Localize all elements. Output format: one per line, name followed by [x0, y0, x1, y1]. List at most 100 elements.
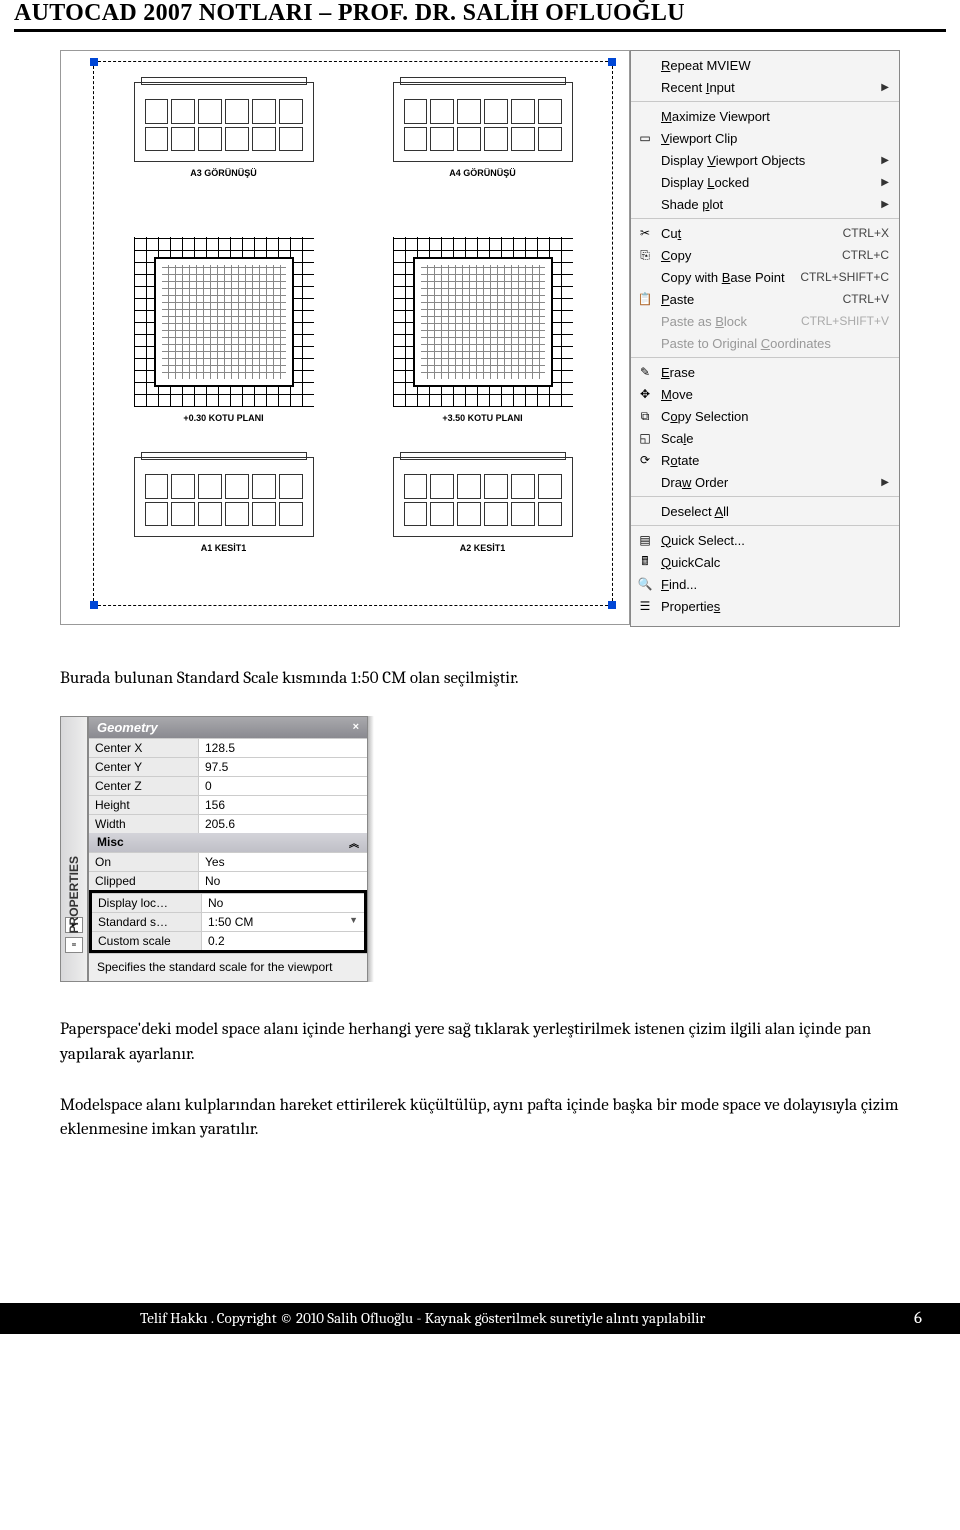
context-menu-label: Paste to Original Coordinates [661, 336, 889, 351]
cut-icon: ✂ [635, 225, 655, 241]
blank-icon [635, 474, 655, 490]
props-icon: ☰ [635, 598, 655, 614]
blank-icon [635, 335, 655, 351]
page-number: 6 [894, 1309, 942, 1328]
blank-icon [635, 152, 655, 168]
property-row: Center Z0 [89, 776, 367, 795]
footer-text: Telif Hakkı . Copyright © 2010 Salih Ofl… [140, 1309, 705, 1327]
property-value[interactable]: 0.2 [202, 932, 364, 950]
context-menu-item[interactable]: 🔍 Find... [631, 573, 899, 595]
qselect-icon: ▤ [635, 532, 655, 548]
submenu-arrow-icon: ▶ [881, 477, 889, 488]
property-row: Standard s…1:50 CM▼ [92, 912, 364, 931]
context-menu-item[interactable]: 📋PasteCTRL+V [631, 288, 899, 310]
drawing-label: +0.30 KOTU PLANI [134, 413, 314, 423]
context-menu-item[interactable]: Copy with Base PointCTRL+SHIFT+C [631, 266, 899, 288]
property-row: Display loc…No [92, 893, 364, 912]
context-menu-label: Display Viewport Objects [661, 153, 875, 168]
context-menu-label: Display Locked [661, 175, 875, 190]
property-value[interactable]: No [202, 894, 364, 912]
property-row: Width205.6 [89, 814, 367, 833]
context-menu-item[interactable]: Maximize Viewport [631, 105, 899, 127]
property-value[interactable]: Yes [199, 853, 367, 871]
blank-icon [635, 79, 655, 95]
property-row: ClippedNo [89, 871, 367, 890]
context-menu-item[interactable]: Shade plot▶ [631, 193, 899, 215]
properties-panel: Geometry× Center X128.5Center Y97.5Cente… [88, 716, 368, 983]
context-menu-item[interactable]: ◱Scale [631, 427, 899, 449]
submenu-arrow-icon: ▶ [881, 155, 889, 166]
properties-section-header-geometry[interactable]: Geometry× [89, 717, 367, 738]
property-row: Center Y97.5 [89, 757, 367, 776]
property-key: Center X [89, 739, 199, 757]
property-key: Custom scale [92, 932, 202, 950]
context-menu-item[interactable]: Draw Order ▶ [631, 471, 899, 493]
context-menu-item[interactable]: Recent Input▶ [631, 76, 899, 98]
drawing-canvas: A3 GÖRÜNÜŞÜ A4 GÖRÜNÜŞÜ +0.30 KOTU PLANI [60, 50, 630, 625]
context-menu-item[interactable]: ⟳Rotate [631, 449, 899, 471]
drawing-label: +3.50 KOTU PLANI [393, 413, 573, 423]
find-icon: 🔍 [635, 576, 655, 592]
property-value[interactable]: 0 [199, 777, 367, 795]
context-menu-item[interactable]: Display Viewport Objects ▶ [631, 149, 899, 171]
close-icon[interactable]: × [353, 721, 359, 733]
property-value[interactable]: 156 [199, 796, 367, 814]
properties-section-header-misc[interactable]: Misc︽ [89, 833, 367, 852]
context-menu-item[interactable]: ✂ CutCTRL+X [631, 222, 899, 244]
property-row: Height156 [89, 795, 367, 814]
context-menu-label: Move [661, 387, 889, 402]
property-value[interactable]: 128.5 [199, 739, 367, 757]
blank-icon [635, 174, 655, 190]
page-title: AUTOCAD 2007 NOTLARI – PROF. DR. SALİH O… [0, 0, 960, 27]
shortcut-text: CTRL+SHIFT+C [792, 270, 889, 284]
context-menu-item[interactable]: Deselect All [631, 500, 899, 522]
dropdown-arrow-icon[interactable]: ▼ [349, 915, 358, 925]
context-menu-item[interactable]: ⧉Copy Selection [631, 405, 899, 427]
shortcut-text: CTRL+V [835, 292, 889, 306]
selection-handle[interactable] [90, 601, 98, 609]
drawing-elevation-a4: A4 GÖRÜNÜŞÜ [393, 82, 573, 178]
property-key: Width [89, 815, 199, 833]
context-menu-item[interactable]: Repeat MVIEW [631, 54, 899, 76]
property-key: On [89, 853, 199, 871]
context-menu-item[interactable]: Display Locked▶ [631, 171, 899, 193]
property-value[interactable]: 1:50 CM▼ [202, 913, 364, 931]
drawing-label: A2 KESİT1 [393, 543, 573, 553]
context-menu-label: Cut [661, 226, 835, 241]
palette-button-icon[interactable]: ≡ [65, 937, 83, 953]
quickcalc-icon: 🖩 [635, 554, 655, 570]
drawing-section-a2: A2 KESİT1 [393, 457, 573, 553]
drawing-plan-2: +3.50 KOTU PLANI [393, 237, 573, 423]
context-menu-label: Erase [661, 365, 889, 380]
context-menu-item[interactable]: ▭Viewport Clip [631, 127, 899, 149]
property-row: Custom scale0.2 [92, 931, 364, 950]
context-menu-label: Find... [661, 577, 889, 592]
chevron-up-icon: ︽ [349, 835, 359, 850]
context-menu-label: Recent Input [661, 80, 875, 95]
property-value[interactable]: No [199, 872, 367, 890]
context-menu-label: Properties [661, 599, 889, 614]
context-menu-item[interactable]: ✥Move [631, 383, 899, 405]
screenshot-properties-palette: PROPERTIES ▸ ≡ Geometry× Center X128.5Ce… [60, 716, 900, 983]
context-menu-item[interactable]: ▤Quick Select... [631, 529, 899, 551]
context-menu-label: Draw Order [661, 475, 875, 490]
context-menu-item[interactable]: ✎Erase [631, 361, 899, 383]
shortcut-text: CTRL+X [835, 226, 889, 240]
selection-handle[interactable] [90, 58, 98, 66]
context-menu-item[interactable]: ☰ Properties [631, 595, 899, 617]
context-menu-label: Copy Selection [661, 409, 889, 424]
selection-handle[interactable] [608, 601, 616, 609]
shortcut-text: CTRL+SHIFT+V [793, 314, 889, 328]
blank-icon [635, 503, 655, 519]
context-menu-label: Maximize Viewport [661, 109, 889, 124]
property-value[interactable]: 97.5 [199, 758, 367, 776]
context-menu-label: Copy with Base Point [661, 270, 792, 285]
context-menu-label: Deselect All [661, 504, 889, 519]
context-menu-item[interactable]: 🖩QuickCalc [631, 551, 899, 573]
context-menu-item[interactable]: ⎘CopyCTRL+C [631, 244, 899, 266]
copy-icon: ⎘ [635, 247, 655, 263]
property-value[interactable]: 205.6 [199, 815, 367, 833]
highlighted-property-group: Display loc…NoStandard s…1:50 CM▼Custom … [89, 890, 367, 953]
selection-handle[interactable] [608, 58, 616, 66]
properties-palette-sidebar[interactable]: PROPERTIES ▸ ≡ [60, 716, 88, 983]
